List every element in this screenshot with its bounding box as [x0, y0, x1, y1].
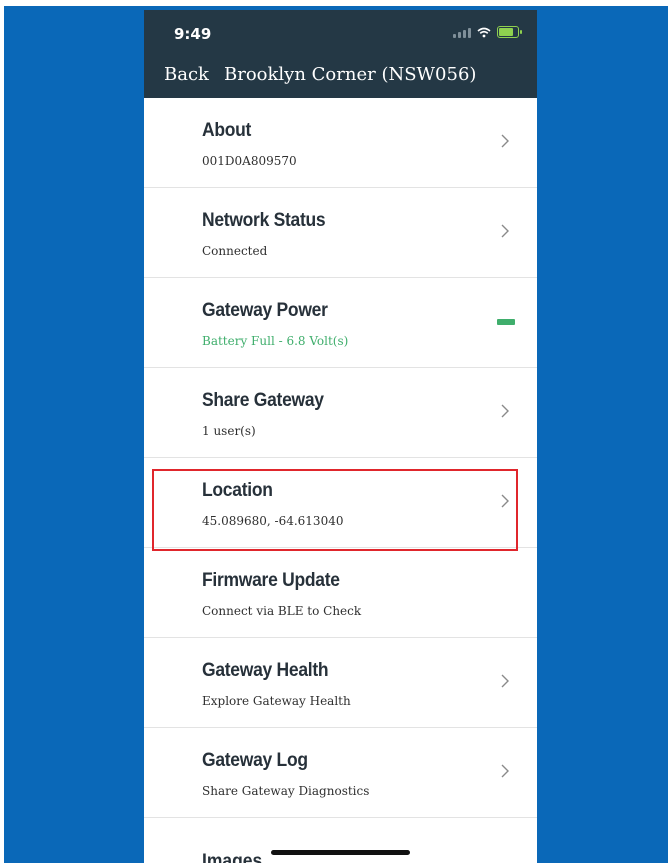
item-title: Firmware Update [202, 570, 340, 591]
item-title: Gateway Health [202, 660, 329, 681]
chevron-right-icon [501, 494, 509, 508]
list-item-gateway-health[interactable]: Gateway Health Explore Gateway Health [144, 638, 537, 728]
signal-icon [453, 27, 471, 38]
item-subtitle: 1 user(s) [202, 424, 256, 438]
battery-charging-icon [497, 26, 522, 38]
item-title: Share Gateway [202, 390, 324, 411]
app-header: 9:49 Back Brooklyn Corner (NSW056) [144, 10, 537, 98]
chevron-right-icon [501, 134, 509, 148]
chevron-right-icon [501, 404, 509, 418]
list-item-location[interactable]: Location 45.089680, -64.613040 [144, 458, 537, 548]
item-subtitle: Connected [202, 244, 268, 258]
list-item-gateway-log[interactable]: Gateway Log Share Gateway Diagnostics [144, 728, 537, 818]
list-item-firmware-update[interactable]: Firmware Update Connect via BLE to Check [144, 548, 537, 638]
item-subtitle: Explore Gateway Health [202, 694, 351, 708]
back-button[interactable]: Back [164, 64, 209, 85]
page-title: Brooklyn Corner (NSW056) [224, 64, 477, 85]
item-subtitle: Connect via BLE to Check [202, 604, 362, 618]
chevron-right-icon [501, 674, 509, 688]
chevron-right-icon [501, 764, 509, 778]
item-title: About [202, 120, 252, 141]
list-item-share-gateway[interactable]: Share Gateway 1 user(s) [144, 368, 537, 458]
phone-screen: 9:49 Back Brooklyn Corner (NSW056) About… [144, 10, 537, 863]
wifi-icon [477, 27, 491, 38]
item-title: Network Status [202, 210, 326, 231]
home-indicator [271, 850, 410, 855]
item-subtitle: Share Gateway Diagnostics [202, 784, 370, 798]
status-time: 9:49 [174, 25, 212, 43]
item-title: Gateway Log [202, 750, 308, 771]
item-subtitle: Battery Full - 6.8 Volt(s) [202, 334, 349, 348]
battery-level-icon [497, 319, 515, 325]
settings-list: About 001D0A809570 Network Status Connec… [144, 98, 537, 818]
status-icons [453, 26, 522, 38]
item-title: Gateway Power [202, 300, 328, 321]
list-item-network-status[interactable]: Network Status Connected [144, 188, 537, 278]
item-subtitle: 001D0A809570 [202, 154, 297, 168]
chevron-right-icon [501, 224, 509, 238]
list-item-about[interactable]: About 001D0A809570 [144, 98, 537, 188]
item-subtitle: 45.089680, -64.613040 [202, 514, 344, 528]
item-title: Location [202, 480, 273, 501]
list-item-images-partial[interactable]: Images [202, 851, 262, 863]
list-item-gateway-power[interactable]: Gateway Power Battery Full - 6.8 Volt(s) [144, 278, 537, 368]
